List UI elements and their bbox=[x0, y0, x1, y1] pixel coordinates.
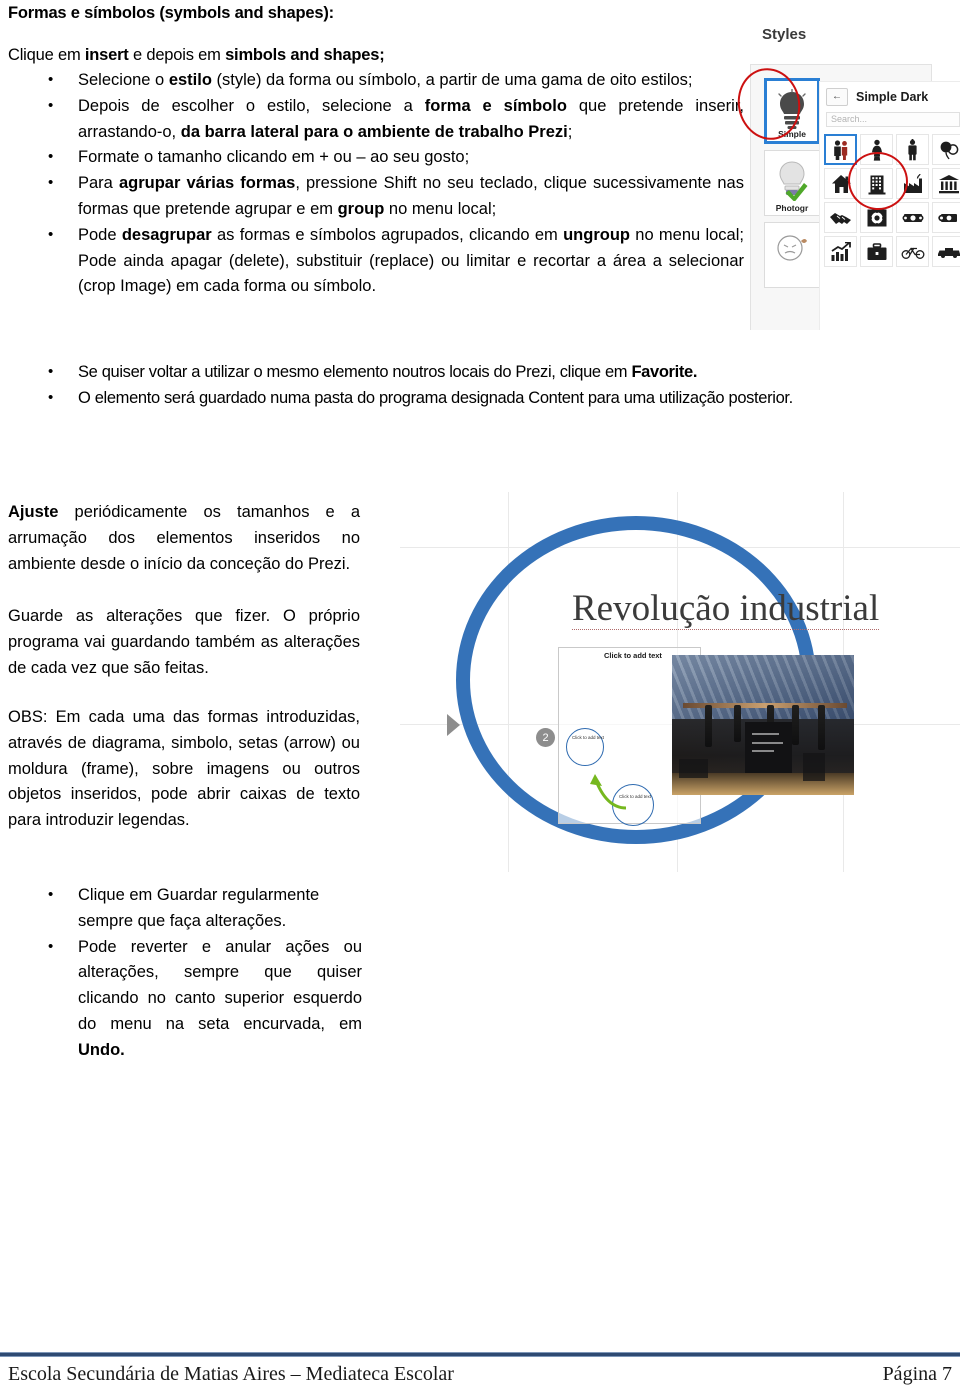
growth-chart-icon[interactable] bbox=[824, 236, 857, 267]
footer-page-number: Página 7 bbox=[882, 1363, 952, 1385]
style-card-label: Simple bbox=[778, 129, 806, 139]
list-item: Se quiser voltar a utilizar o mesmo elem… bbox=[44, 359, 949, 386]
money-roll-icon[interactable] bbox=[932, 202, 960, 233]
body-text: Selecione o bbox=[78, 71, 169, 89]
list-item: Pode reverter e anular ações ou alteraçõ… bbox=[44, 934, 362, 1064]
office-building-icon[interactable] bbox=[860, 168, 893, 199]
style-card-simple[interactable]: Simple bbox=[764, 78, 820, 144]
list-item: Selecione o estilo (style) da forma ou s… bbox=[44, 67, 744, 94]
lead-mid: e depois em bbox=[128, 46, 226, 64]
lead-instruction: Clique em insert e depois em simbols and… bbox=[8, 46, 385, 65]
instructions-list-bottom: Clique em Guardar regularmente sempre qu… bbox=[44, 882, 362, 1064]
mini-circle-a[interactable] bbox=[566, 728, 604, 766]
emphasis-text: group bbox=[337, 199, 385, 218]
footer-divider bbox=[0, 1352, 960, 1357]
bicycle-icon[interactable] bbox=[896, 236, 929, 267]
list-item: Clique em Guardar regularmente sempre qu… bbox=[44, 882, 362, 935]
instructions-list-top: Selecione o estilo (style) da forma ou s… bbox=[44, 67, 744, 300]
paragraph-obs: OBS: Em cada uma das formas introduzidas… bbox=[8, 708, 360, 830]
paragraph-ajuste: Ajuste periódicamente os tamanhos e a ar… bbox=[8, 500, 360, 577]
search-input[interactable]: Search... bbox=[826, 112, 960, 127]
body-text: O elemento será guardado numa pasta do p… bbox=[78, 388, 793, 407]
safe-icon[interactable] bbox=[860, 202, 893, 233]
emphasis-text: Undo. bbox=[78, 1040, 125, 1059]
document-page: Formas e símbolos (symbols and shapes): … bbox=[0, 0, 960, 1394]
path-step-badge[interactable]: 2 bbox=[536, 728, 555, 747]
body-text: Pode bbox=[78, 225, 122, 244]
person-pair-icon[interactable] bbox=[824, 134, 857, 165]
symbol-icon-grid bbox=[824, 134, 960, 267]
list-item: O elemento será guardado numa pasta do p… bbox=[44, 385, 949, 412]
body-text: Pode reverter e anular ações ou alteraçõ… bbox=[78, 937, 362, 1033]
emphasis-text: desagrupar bbox=[121, 225, 212, 244]
list-item: Para agrupar várias formas, pressione Sh… bbox=[44, 170, 744, 223]
footer-school-name: Escola Secundária de Matias Aires – Medi… bbox=[8, 1363, 454, 1385]
inserted-photo[interactable] bbox=[672, 655, 854, 795]
house-icon[interactable] bbox=[824, 168, 857, 199]
subpanel-header: ← Simple Dark bbox=[826, 88, 928, 106]
lightbulb-icon bbox=[778, 89, 806, 129]
body-text: Clique em Guardar regularmente sempre qu… bbox=[78, 886, 320, 930]
frame-handle[interactable] bbox=[716, 556, 721, 561]
woman-icon[interactable] bbox=[860, 134, 893, 165]
ajuste-bold-word: Ajuste bbox=[8, 503, 59, 521]
body-text: no menu local; bbox=[384, 199, 497, 218]
prezi-title-text: Revolução industrial bbox=[572, 588, 880, 630]
emphasis-text: estilo bbox=[168, 71, 212, 89]
body-text: Depois de escolher o estilo, selecione a bbox=[78, 96, 425, 115]
subpanel-title: Simple Dark bbox=[856, 90, 929, 104]
play-triangle-icon[interactable] bbox=[447, 714, 460, 736]
instructions-list-wide: Se quiser voltar a utilizar o mesmo elem… bbox=[44, 359, 949, 412]
body-text: as formas e símbolos agrupados, clicando… bbox=[211, 225, 564, 244]
list-item: Pode desagrupar as formas e símbolos agr… bbox=[44, 222, 744, 300]
lightbulb-check-icon bbox=[779, 161, 808, 201]
emphasis-text: da barra lateral para o ambiente de trab… bbox=[180, 122, 568, 141]
body-text: Para bbox=[78, 174, 119, 193]
body-text: (style) da forma ou símbolo, a partir de… bbox=[211, 71, 693, 89]
prezi-slide-title[interactable]: Revolução industrial bbox=[572, 587, 880, 630]
emphasis-text: forma e símbolo bbox=[424, 96, 567, 115]
lead-prefix: Clique em bbox=[8, 46, 85, 64]
lead-bold-insert: insert bbox=[84, 46, 129, 64]
face-doodle-icon bbox=[777, 235, 807, 261]
style-card-third[interactable] bbox=[764, 222, 820, 288]
emphasis-text: Favorite. bbox=[631, 363, 698, 381]
emphasis-text: ungroup bbox=[563, 225, 630, 244]
briefcase-icon[interactable] bbox=[860, 236, 893, 267]
list-item: Formate o tamanho clicando em + ou – ao … bbox=[44, 144, 744, 171]
list-item: Depois de escolher o estilo, selecione a… bbox=[44, 93, 744, 146]
back-arrow-icon[interactable]: ← bbox=[826, 88, 848, 106]
man-icon[interactable] bbox=[896, 134, 929, 165]
lead-bold-shapes: simbols and shapes; bbox=[225, 46, 385, 64]
green-arrow-icon bbox=[590, 774, 627, 810]
body-text: Se quiser voltar a utilizar o mesmo elem… bbox=[78, 363, 632, 381]
page-title: Formas e símbolos (symbols and shapes): bbox=[8, 4, 334, 22]
click-to-add-text-placeholder[interactable]: Click to add text bbox=[604, 651, 662, 660]
car-icon[interactable] bbox=[932, 236, 960, 267]
factory-icon[interactable] bbox=[896, 168, 929, 199]
prezi-canvas-screenshot: Revolução industrial Click to add text 2… bbox=[400, 492, 960, 872]
body-text: ; bbox=[567, 122, 573, 141]
style-card-photographic[interactable]: Photogr bbox=[764, 150, 820, 216]
search-placeholder: Search... bbox=[831, 114, 868, 124]
emphasis-text: agrupar várias formas bbox=[118, 174, 296, 193]
styles-heading: Styles bbox=[762, 26, 807, 43]
money-stack-icon[interactable] bbox=[896, 202, 929, 233]
ajuste-rest: periódicamente os tamanhos e a arrumação… bbox=[8, 503, 360, 573]
bank-icon[interactable] bbox=[932, 168, 960, 199]
paragraph-guarde: Guarde as alterações que fizer. O própri… bbox=[8, 607, 360, 677]
prezi-styles-screenshot: Styles Simple Photogr ← Simple Dark Sear… bbox=[750, 20, 960, 330]
mini-circle-a-label: Click to add text bbox=[572, 735, 605, 740]
body-text: Formate o tamanho clicando em + ou – ao … bbox=[78, 148, 470, 167]
style-card-label: Photogr bbox=[775, 203, 809, 213]
balloons-icon[interactable] bbox=[932, 134, 960, 165]
simple-dark-subpanel: ← Simple Dark Search... bbox=[820, 82, 960, 330]
handshake-icon[interactable] bbox=[824, 202, 857, 233]
